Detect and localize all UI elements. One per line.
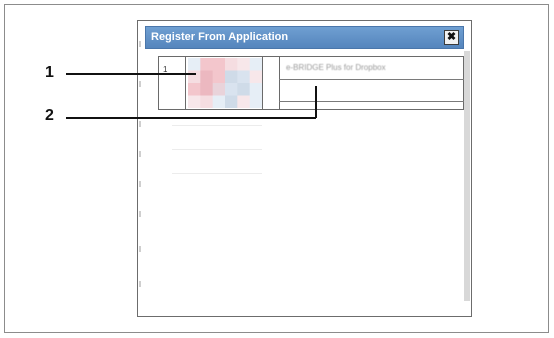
callout-lines bbox=[66, 73, 317, 119]
callout-1: 1 bbox=[45, 64, 54, 81]
callout-2: 2 bbox=[45, 107, 54, 124]
